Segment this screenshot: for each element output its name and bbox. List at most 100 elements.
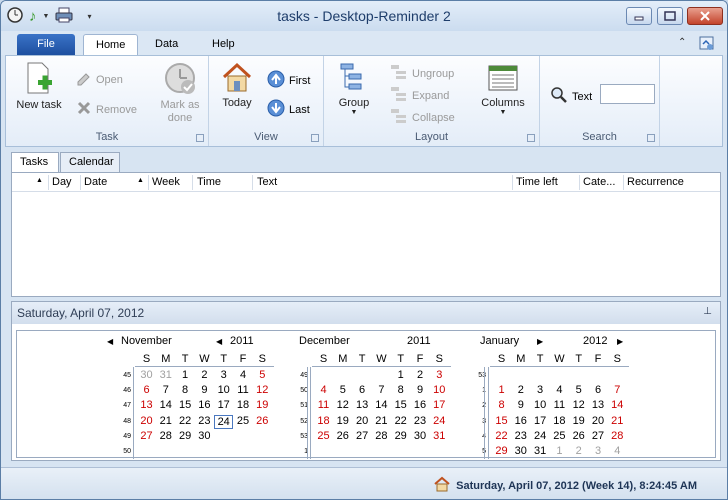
- calendar-day[interactable]: 14: [608, 399, 627, 411]
- calendar-day[interactable]: 18: [550, 415, 569, 427]
- view-group-launcher[interactable]: [311, 134, 319, 142]
- column-text[interactable]: Text: [257, 176, 277, 188]
- calendar-day[interactable]: 10: [531, 399, 550, 411]
- layout-group-launcher[interactable]: [527, 134, 535, 142]
- columns-button[interactable]: Columns ▼: [476, 62, 530, 116]
- calendar-day[interactable]: 22: [391, 415, 410, 427]
- last-button[interactable]: Last: [267, 99, 310, 120]
- calendar-day[interactable]: 9: [511, 399, 530, 411]
- month-label[interactable]: November: [121, 335, 172, 347]
- calendar-day[interactable]: 31: [430, 430, 449, 442]
- next-month-arrow-icon[interactable]: ▶: [537, 337, 543, 346]
- calendar-day[interactable]: 12: [253, 384, 272, 396]
- calendar-day[interactable]: 20: [137, 415, 156, 427]
- calendar-day[interactable]: 3: [214, 369, 233, 381]
- calendar-day[interactable]: 25: [550, 430, 569, 442]
- calendar-day[interactable]: 13: [137, 399, 156, 411]
- calendar-day[interactable]: 16: [511, 415, 530, 427]
- calendar-day[interactable]: 2: [569, 445, 588, 457]
- calendar-day[interactable]: 22: [492, 430, 511, 442]
- column-category[interactable]: Cate...: [583, 176, 615, 188]
- calendar-day[interactable]: 17: [531, 415, 550, 427]
- calendar-day[interactable]: 23: [511, 430, 530, 442]
- task-group-launcher[interactable]: [196, 134, 204, 142]
- calendar-day[interactable]: 18: [234, 399, 253, 411]
- calendar-day[interactable]: 3: [589, 445, 608, 457]
- calendar-day[interactable]: 5: [569, 384, 588, 396]
- calendar-day[interactable]: 22: [176, 415, 195, 427]
- calendar-day[interactable]: 1: [391, 369, 410, 381]
- column-day[interactable]: Day: [52, 176, 72, 188]
- options-icon[interactable]: [699, 35, 715, 54]
- calendar-day[interactable]: 8: [492, 399, 511, 411]
- calendar-day[interactable]: 20: [589, 415, 608, 427]
- prev-year-arrow-icon[interactable]: ◀: [216, 337, 222, 346]
- tab-data[interactable]: Data: [143, 34, 190, 55]
- calendar-day[interactable]: 14: [156, 399, 175, 411]
- calendar-day[interactable]: 4: [608, 445, 627, 457]
- calendar-day[interactable]: 25: [234, 415, 253, 427]
- calendar-day[interactable]: 4: [234, 369, 253, 381]
- calendar-day[interactable]: 12: [569, 399, 588, 411]
- calendar-day[interactable]: 11: [550, 399, 569, 411]
- group-button[interactable]: Group ▼: [332, 62, 376, 116]
- tab-file[interactable]: File: [17, 34, 75, 55]
- calendar-day[interactable]: 27: [353, 430, 372, 442]
- calendar-day[interactable]: 5: [253, 369, 272, 381]
- ungroup-button[interactable]: Ungroup: [390, 64, 454, 83]
- open-button[interactable]: Open: [76, 70, 123, 89]
- search-group-launcher[interactable]: [647, 134, 655, 142]
- column-time-left[interactable]: Time left: [516, 176, 558, 188]
- tab-tasks[interactable]: Tasks: [11, 152, 59, 173]
- calendar-day[interactable]: 31: [531, 445, 550, 457]
- calendar-day[interactable]: 13: [353, 399, 372, 411]
- year-label[interactable]: 2011: [407, 335, 431, 347]
- tab-calendar[interactable]: Calendar: [60, 152, 120, 172]
- calendar-day[interactable]: 26: [569, 430, 588, 442]
- minimize-button[interactable]: [626, 7, 652, 25]
- calendar-day[interactable]: 16: [195, 399, 214, 411]
- calendar-day[interactable]: 29: [492, 445, 511, 457]
- collapse-ribbon-icon[interactable]: ⌃: [678, 37, 686, 48]
- today-button[interactable]: Today: [217, 62, 257, 109]
- calendar-day[interactable]: 21: [372, 415, 391, 427]
- calendar-day[interactable]: 24: [531, 430, 550, 442]
- calendar-day[interactable]: 29: [176, 430, 195, 442]
- calendar-day[interactable]: 8: [176, 384, 195, 396]
- calendar-day[interactable]: 15: [391, 399, 410, 411]
- calendar-day[interactable]: 7: [156, 384, 175, 396]
- calendar-day[interactable]: 28: [372, 430, 391, 442]
- calendar-day[interactable]: 12: [333, 399, 352, 411]
- prev-month-arrow-icon[interactable]: ◀: [107, 337, 113, 346]
- calendar-day[interactable]: 3: [430, 369, 449, 381]
- new-task-button[interactable]: New task: [14, 62, 64, 111]
- calendar-day[interactable]: 10: [430, 384, 449, 396]
- calendar-day[interactable]: 19: [333, 415, 352, 427]
- calendar-day[interactable]: 19: [253, 399, 272, 411]
- calendar-day[interactable]: 18: [314, 415, 333, 427]
- expand-button[interactable]: Expand: [390, 86, 449, 105]
- tab-help[interactable]: Help: [200, 34, 247, 55]
- mark-as-done-button[interactable]: Mark as done: [156, 62, 204, 125]
- calendar-day[interactable]: 27: [137, 430, 156, 442]
- calendar-day[interactable]: 9: [195, 384, 214, 396]
- calendar-day[interactable]: 26: [253, 415, 272, 427]
- calendar-day[interactable]: 14: [372, 399, 391, 411]
- calendar-day[interactable]: 30: [137, 369, 156, 381]
- calendar-day[interactable]: 1: [550, 445, 569, 457]
- calendar-day[interactable]: 28: [156, 430, 175, 442]
- calendar-day[interactable]: 4: [314, 384, 333, 396]
- search-input[interactable]: [600, 84, 655, 104]
- calendar-day[interactable]: 21: [608, 415, 627, 427]
- calendar-day[interactable]: 29: [391, 430, 410, 442]
- column-date[interactable]: Date: [84, 176, 107, 188]
- calendar-day[interactable]: 5: [333, 384, 352, 396]
- calendar-day[interactable]: 7: [608, 384, 627, 396]
- calendar-day[interactable]: 6: [137, 384, 156, 396]
- calendar-day[interactable]: 2: [511, 384, 530, 396]
- calendar-day[interactable]: 20: [353, 415, 372, 427]
- pin-icon[interactable]: ⊥: [703, 306, 712, 317]
- calendar-day[interactable]: 1: [176, 369, 195, 381]
- calendar-day[interactable]: 30: [195, 430, 214, 442]
- calendar-day[interactable]: 15: [492, 415, 511, 427]
